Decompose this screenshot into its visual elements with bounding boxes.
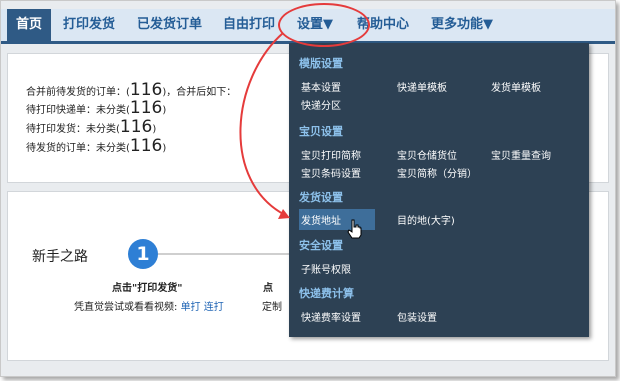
hand-cursor-icon: [347, 219, 362, 239]
annotation-arrow: [239, 32, 290, 219]
app-window: 首页 打印发货 已发货订单 自由打印 设置▼ 帮助中心 更多功能▼ 合并前待发货…: [0, 0, 616, 377]
